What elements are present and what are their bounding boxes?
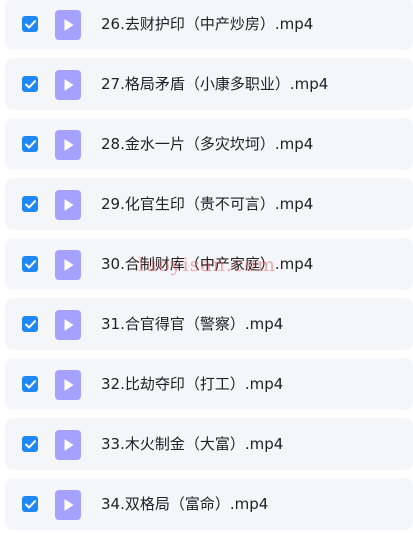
check-icon — [24, 319, 36, 328]
video-file-icon — [55, 70, 81, 100]
checkbox-checked[interactable] — [22, 316, 38, 332]
file-name: 29.化官生印（贵不可言）.mp4 — [101, 195, 314, 213]
file-row[interactable]: 30.合制财库（中产家庭）.mp4 — [5, 238, 413, 290]
file-row[interactable]: 31.合官得官（警察）.mp4 — [5, 298, 413, 350]
file-name: 33.木火制金（大富）.mp4 — [101, 435, 284, 453]
file-row[interactable]: 32.比劫夺印（打工）.mp4 — [5, 358, 413, 410]
file-name: 32.比劫夺印（打工）.mp4 — [101, 375, 284, 393]
file-name: 31.合官得官（警察）.mp4 — [101, 315, 284, 333]
checkbox-checked[interactable] — [22, 256, 38, 272]
checkbox-checked[interactable] — [22, 196, 38, 212]
file-row[interactable]: 27.格局矛盾（小康多职业）.mp4 — [5, 58, 413, 110]
check-icon — [24, 439, 36, 448]
file-row[interactable]: 28.金水一片（多灾坎坷）.mp4 — [5, 118, 413, 170]
file-list: 26.去财护印（中产炒房）.mp4 27.格局矛盾（小康多职业）.mp4 28.… — [0, 0, 413, 533]
check-icon — [24, 79, 36, 88]
file-name: 34.双格局（富命）.mp4 — [101, 495, 269, 513]
check-icon — [24, 259, 36, 268]
video-file-icon — [55, 190, 81, 220]
check-icon — [24, 499, 36, 508]
video-file-icon — [55, 430, 81, 460]
video-file-icon — [55, 310, 81, 340]
video-file-icon — [55, 490, 81, 520]
video-file-icon — [55, 10, 81, 40]
file-name: 30.合制财库（中产家庭）.mp4 — [101, 255, 314, 273]
video-file-icon — [55, 370, 81, 400]
file-row[interactable]: 34.双格局（富命）.mp4 — [5, 478, 413, 530]
file-row[interactable]: 26.去财护印（中产炒房）.mp4 — [5, 0, 413, 50]
checkbox-checked[interactable] — [22, 496, 38, 512]
check-icon — [24, 199, 36, 208]
file-row[interactable]: 33.木火制金（大富）.mp4 — [5, 418, 413, 470]
checkbox-checked[interactable] — [22, 436, 38, 452]
file-name: 28.金水一片（多灾坎坷）.mp4 — [101, 135, 314, 153]
video-file-icon — [55, 250, 81, 280]
checkbox-checked[interactable] — [22, 136, 38, 152]
check-icon — [24, 379, 36, 388]
check-icon — [24, 139, 36, 148]
file-row[interactable]: 29.化官生印（贵不可言）.mp4 — [5, 178, 413, 230]
checkbox-checked[interactable] — [22, 76, 38, 92]
file-name: 27.格局矛盾（小康多职业）.mp4 — [101, 75, 329, 93]
file-name: 26.去财护印（中产炒房）.mp4 — [101, 15, 314, 33]
checkbox-checked[interactable] — [22, 16, 38, 32]
checkbox-checked[interactable] — [22, 376, 38, 392]
video-file-icon — [55, 130, 81, 160]
check-icon — [24, 19, 36, 28]
